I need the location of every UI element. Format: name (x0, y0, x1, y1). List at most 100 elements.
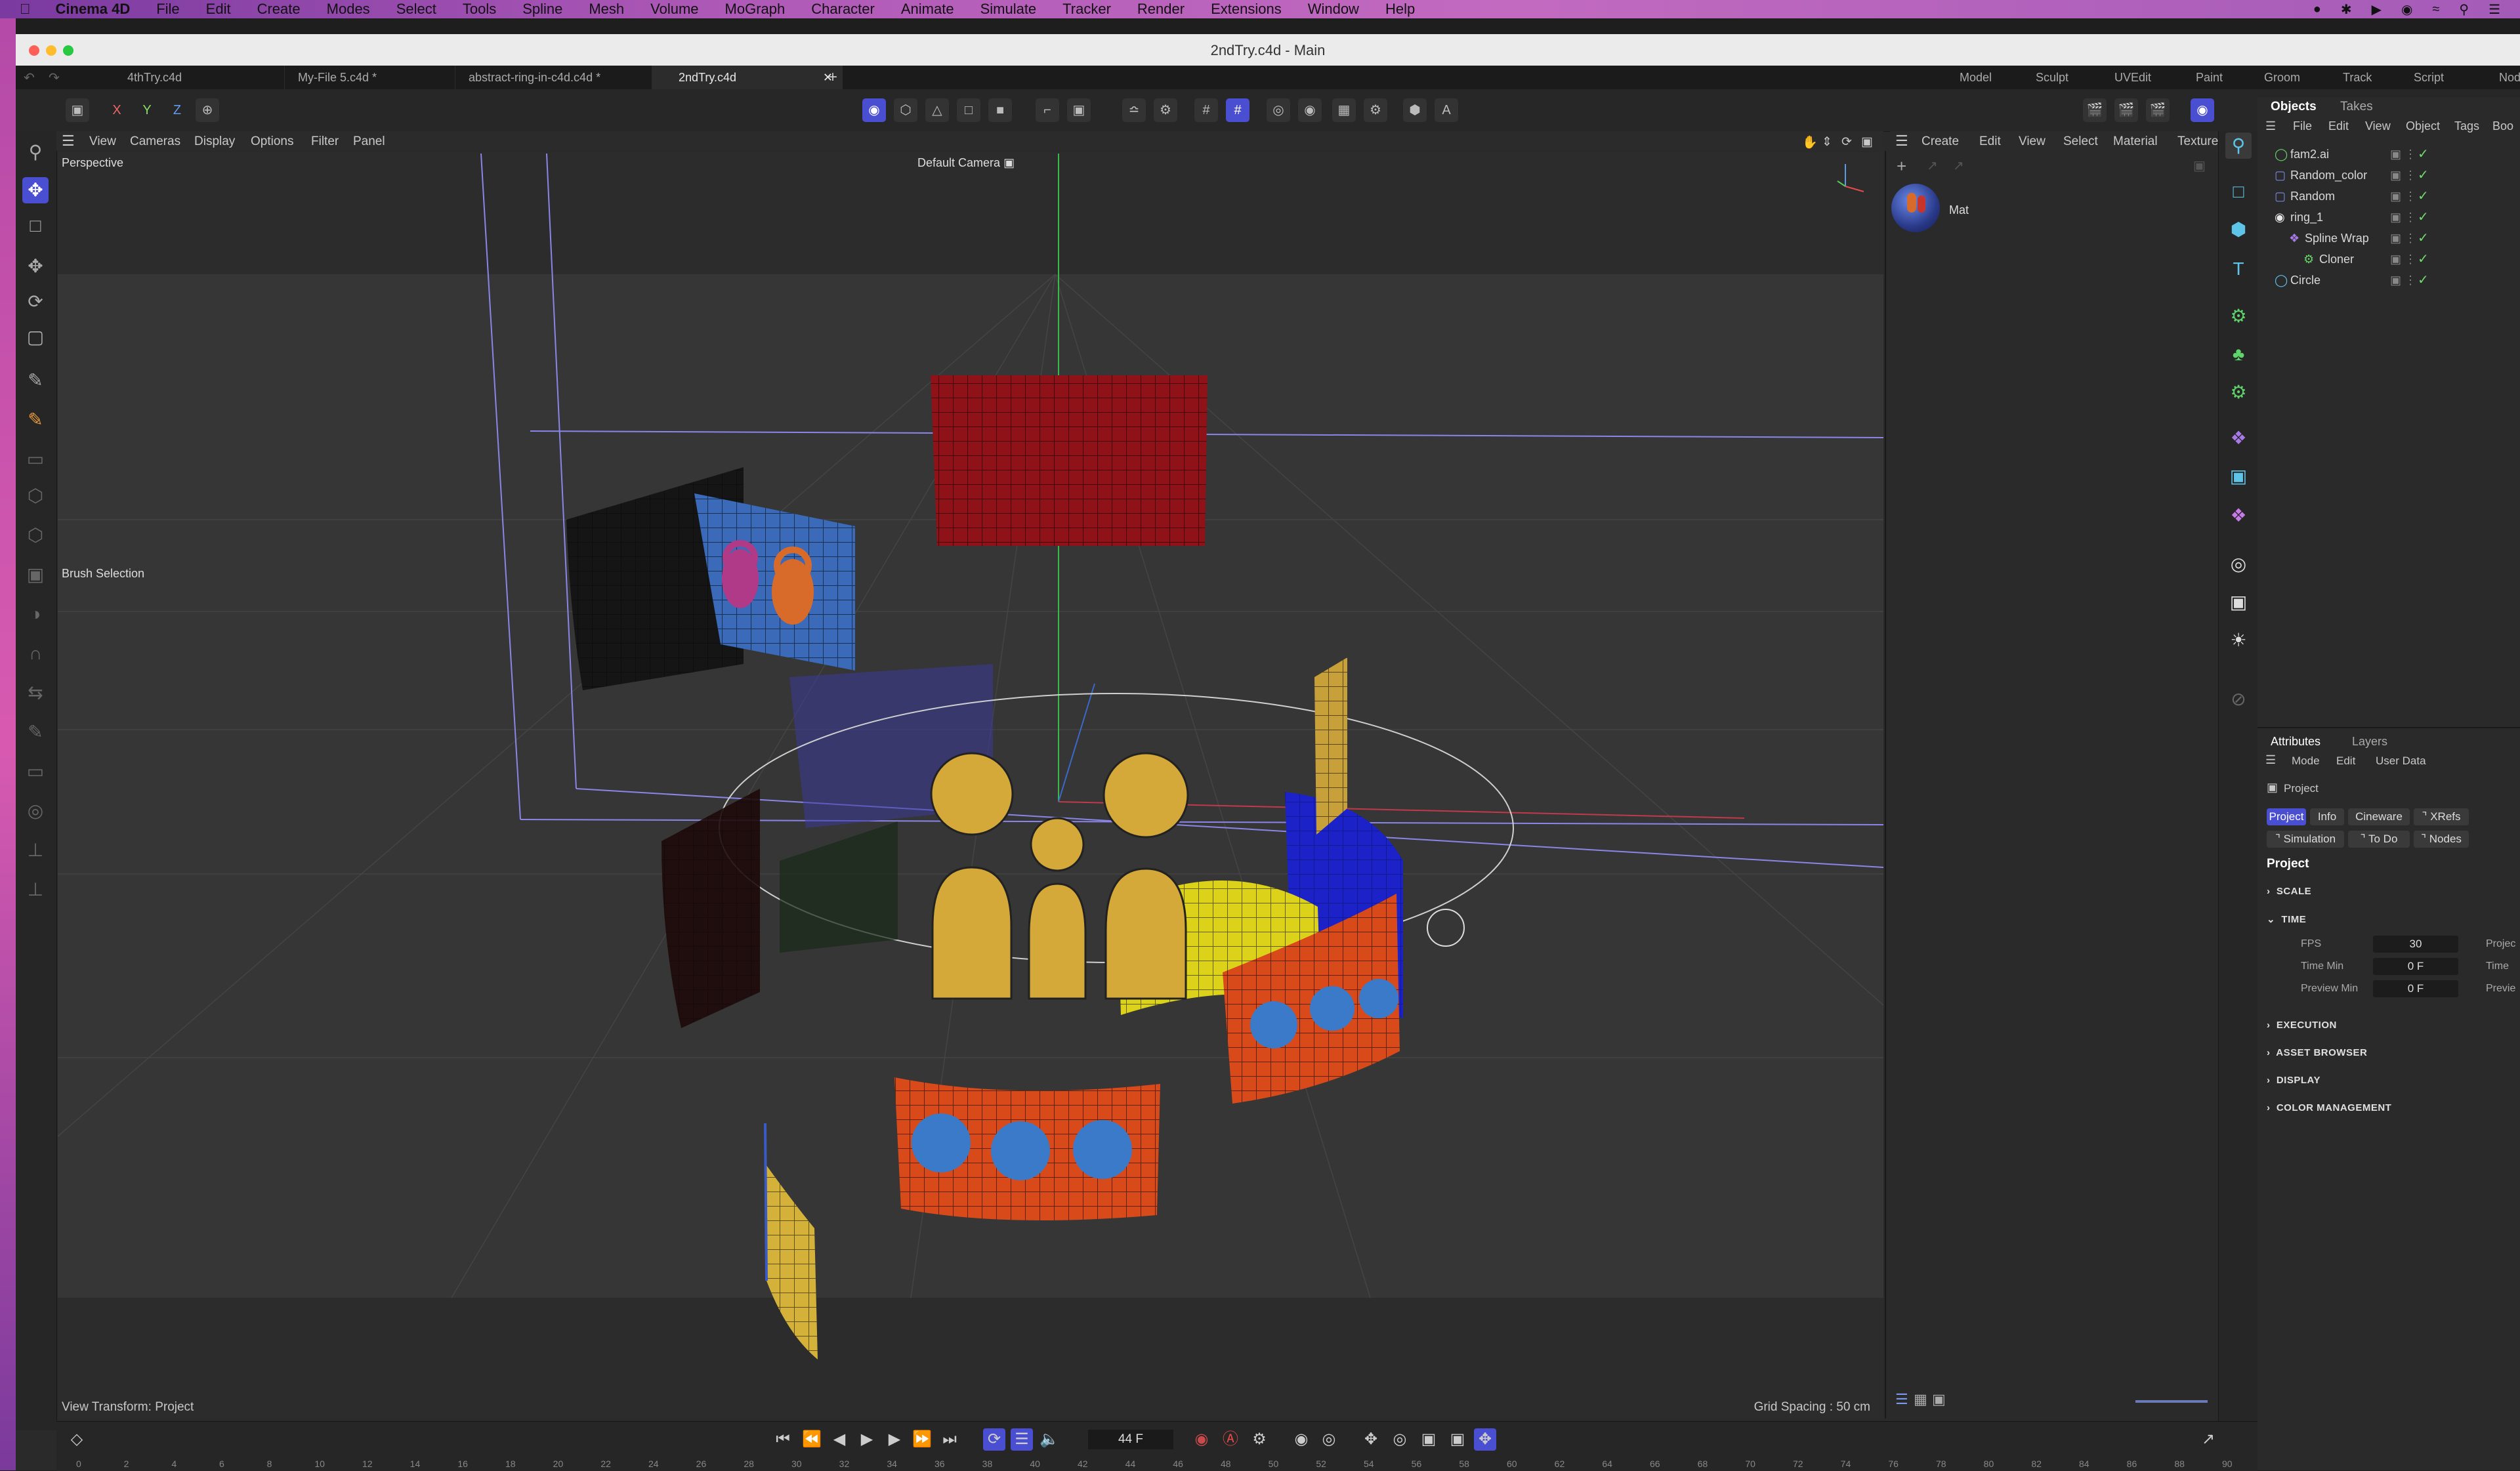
material-tool-icon[interactable]: ↗ (1927, 157, 1938, 174)
section-time[interactable]: ⌄ TIME (2267, 913, 2306, 925)
time-min-field[interactable]: 0 F (2373, 958, 2458, 975)
viewport-menu-options[interactable]: Options (251, 135, 293, 149)
bevel-icon[interactable]: ⬡ (22, 522, 49, 549)
attr-btn-cineware[interactable]: Cineware (2348, 808, 2410, 825)
menu-help[interactable]: Help (1385, 1, 1415, 18)
layer-icon[interactable]: ▣ (2390, 270, 2401, 290)
object-row[interactable]: ◯ fam2.ai ▣ ⋮ ✓ (2258, 144, 2520, 164)
fields-icon[interactable]: ❖ (2225, 503, 2252, 529)
axis-y-lock[interactable]: Y (135, 98, 159, 122)
object-row[interactable]: ⚙ Cloner ▣ ⋮ ✓ (2258, 249, 2520, 269)
viewport-menu-filter[interactable]: Filter (311, 135, 339, 149)
menu-tracker[interactable]: Tracker (1062, 1, 1111, 18)
menu-file[interactable]: File (156, 1, 179, 18)
menu-animate[interactable]: Animate (901, 1, 954, 18)
visibility-dots-icon[interactable]: ⋮ (2404, 270, 2416, 290)
attr-btn-xrefs[interactable]: ⌝ XRefs (2414, 808, 2469, 825)
move-icon[interactable]: ✥ (22, 253, 49, 280)
menu-simulate[interactable]: Simulate (980, 1, 1037, 18)
render-to-viewer-icon[interactable]: 🎬 (2114, 98, 2138, 122)
workplane-icon[interactable]: # (1226, 98, 1250, 122)
menu-app-name[interactable]: Cinema 4D (56, 1, 131, 18)
undo-icon[interactable]: ↶ (24, 70, 35, 86)
orbit-icon[interactable]: ⟳ (1841, 135, 1852, 150)
visibility-dots-icon[interactable]: ⋮ (2404, 207, 2416, 227)
stamp-icon[interactable]: ◎ (22, 798, 49, 824)
layout-uvedit[interactable]: UVEdit (2114, 66, 2151, 89)
viewport-menu-panel[interactable]: Panel (353, 135, 385, 149)
mat-menu-material[interactable]: Material (2113, 135, 2158, 149)
hamburger-menu-icon[interactable]: ☰ (2265, 753, 2276, 767)
tab-objects[interactable]: Objects (2271, 100, 2317, 114)
tab-attributes[interactable]: Attributes (2271, 735, 2320, 749)
render-view-icon[interactable]: ⬢ (1403, 98, 1427, 122)
rotate-icon[interactable]: ⟳ (22, 289, 49, 315)
attr-menu-edit[interactable]: Edit (2336, 755, 2355, 768)
layout-track[interactable]: Track (2343, 66, 2372, 89)
bridge-icon[interactable]: ▣ (22, 562, 49, 588)
layout-sculpt[interactable]: Sculpt (2036, 66, 2068, 89)
menu-character[interactable]: Character (811, 1, 875, 18)
soft-selection-icon[interactable]: ◎ (1267, 98, 1290, 122)
layer-icon[interactable]: ▣ (2390, 186, 2401, 206)
layer-icon[interactable]: ▣ (2390, 165, 2401, 185)
layer-icon[interactable]: ▣ (2390, 144, 2401, 164)
environment-icon[interactable]: ◎ (2225, 551, 2252, 577)
mat-menu-create[interactable]: Create (1922, 135, 1959, 149)
menu-window[interactable]: Window (1308, 1, 1359, 18)
grid-icon[interactable]: # (1194, 98, 1218, 122)
doc-tab-active[interactable]: 2ndTry.c4d ✕ (652, 66, 843, 89)
attr-menu-user-data[interactable]: User Data (2376, 755, 2426, 768)
enabled-check-icon[interactable]: ✓ (2418, 144, 2429, 164)
mat-menu-texture[interactable]: Texture (2177, 135, 2218, 149)
attr-btn-info[interactable]: Info (2310, 808, 2344, 825)
menu-edit[interactable]: Edit (206, 1, 231, 18)
render-settings-icon[interactable]: 🎬 (2146, 98, 2170, 122)
large-view-icon[interactable]: ▣ (1932, 1391, 1946, 1408)
obj-menu-view[interactable]: View (2365, 119, 2391, 133)
attr-btn-nodes[interactable]: ⌝ Nodes (2414, 831, 2469, 848)
edge-cut-icon[interactable]: ⊥ (22, 877, 49, 903)
object-row[interactable]: ◯ Circle ▣ ⋮ ✓ (2258, 270, 2520, 290)
field-icon[interactable]: ▣ (2225, 463, 2252, 489)
obj-menu-tags[interactable]: Tags (2454, 119, 2479, 133)
obj-menu-object[interactable]: Object (2406, 119, 2440, 133)
axis-z-lock[interactable]: Z (165, 98, 189, 122)
view-icon[interactable]: ▣ (66, 98, 89, 122)
maximize-view-icon[interactable]: ▣ (1861, 135, 1873, 150)
object-row[interactable]: ▢ Random_color ▣ ⋮ ✓ (2258, 165, 2520, 185)
camera-label[interactable]: Default Camera ▣ (917, 156, 1015, 170)
enabled-check-icon[interactable]: ✓ (2418, 207, 2429, 227)
doc-tab[interactable]: abstract-ring-in-c4d.c4d * (455, 66, 652, 89)
menu-mograph[interactable]: MoGraph (725, 1, 786, 18)
mat-menu-view[interactable]: View (2019, 135, 2046, 149)
menu-volume[interactable]: Volume (650, 1, 698, 18)
bluetooth-icon[interactable]: ✱ (2341, 1, 2352, 18)
paint-brush-icon[interactable]: ✎ (22, 407, 49, 433)
layout-nodes[interactable]: Nod (2499, 66, 2520, 89)
hamburger-menu-icon[interactable]: ☰ (1895, 133, 1908, 150)
doc-tab[interactable]: My-File 5.c4d * (285, 66, 455, 89)
object-mode-icon[interactable]: ⬡ (894, 98, 917, 122)
snap-icon[interactable]: ≏ (1122, 98, 1146, 122)
measure-icon[interactable]: ⊥ (22, 837, 49, 863)
move-pointer-icon[interactable]: ⚲ (2225, 133, 2252, 159)
creative-cloud-icon[interactable]: ● (2313, 2, 2321, 17)
preview-min-field[interactable]: 0 F (2373, 980, 2458, 997)
visibility-dots-icon[interactable]: ⋮ (2404, 186, 2416, 206)
layout-paint[interactable]: Paint (2196, 66, 2223, 89)
mirror-tool-icon[interactable]: ⇆ (22, 680, 49, 706)
symmetry-icon[interactable]: ◉ (1298, 98, 1322, 122)
render-region-icon[interactable]: 🎬 (2083, 98, 2107, 122)
deformer-icon[interactable]: ❖ (2225, 425, 2252, 451)
text-icon[interactable]: T (2225, 256, 2252, 282)
hamburger-menu-icon[interactable]: ☰ (62, 133, 75, 150)
search-icon[interactable]: ⚲ (2459, 1, 2469, 18)
cube-icon[interactable]: ⬢ (2225, 217, 2252, 243)
search-icon[interactable]: ⚲ (22, 139, 49, 165)
visibility-dots-icon[interactable]: ⋮ (2404, 144, 2416, 164)
render-settings-icon[interactable]: A (1435, 98, 1458, 122)
magnet-icon[interactable]: ∩ (22, 640, 49, 667)
enabled-check-icon[interactable]: ✓ (2418, 228, 2429, 248)
scale-icon[interactable]: ▢ (22, 324, 49, 350)
